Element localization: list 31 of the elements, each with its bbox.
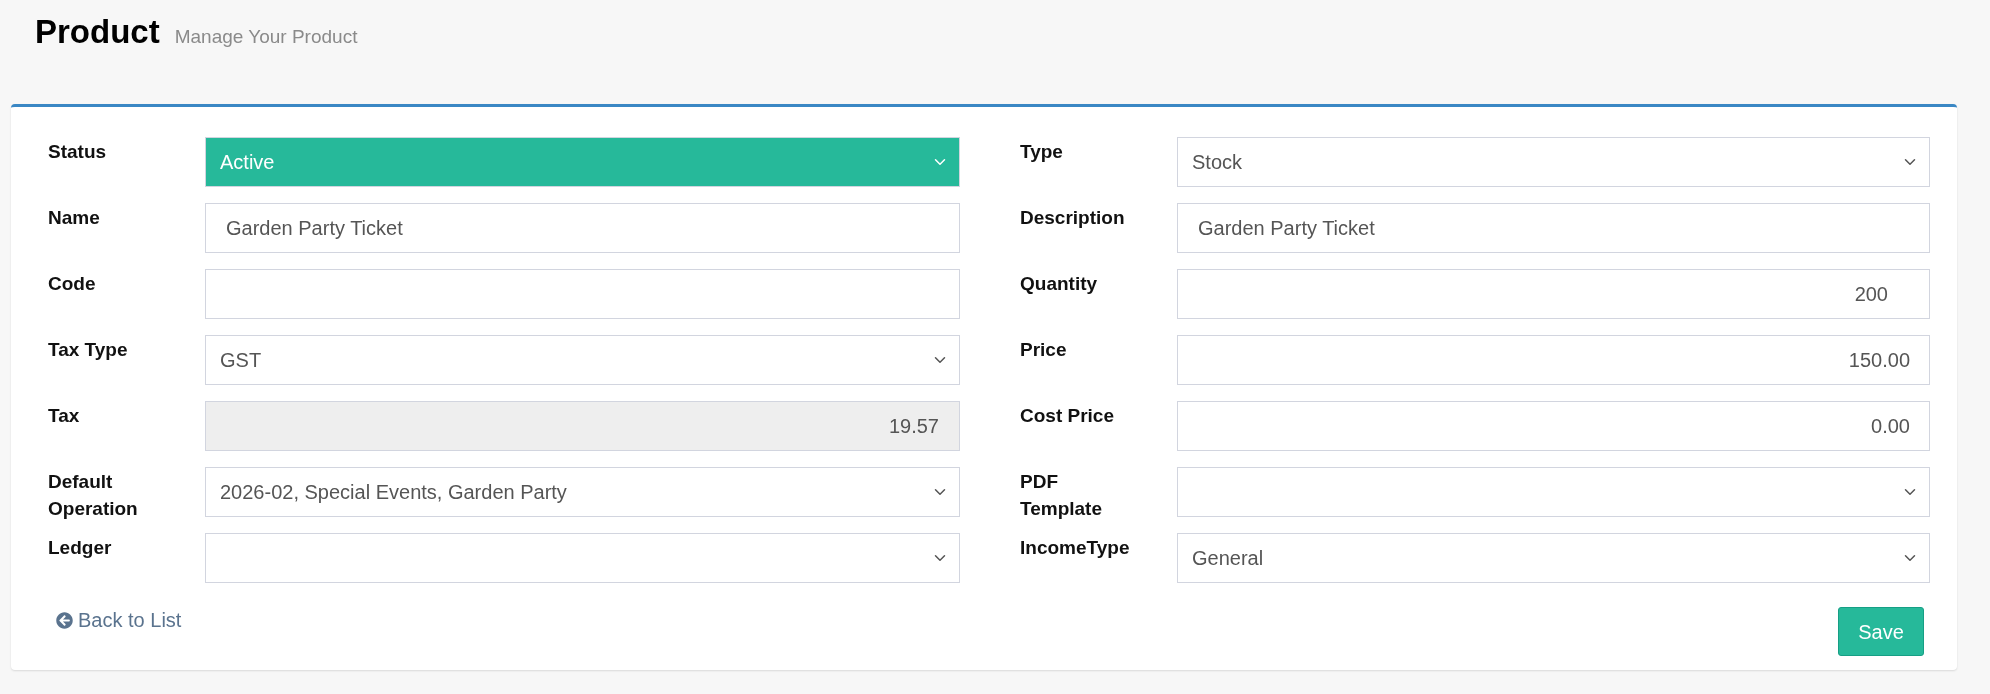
dropdown-field[interactable]: 2026-02, Special Events, Garden Party: [205, 467, 960, 517]
number-field[interactable]: 200: [1177, 269, 1930, 319]
field-label: Default Operation: [48, 470, 139, 517]
dropdown-field[interactable]: General: [1177, 533, 1930, 583]
field-label: Description: [1020, 206, 1126, 230]
page-title: Product: [35, 12, 160, 52]
field-label: Tax: [48, 404, 81, 428]
field-label: PDF Template: [1020, 470, 1103, 517]
field-label: Cost Price: [1020, 404, 1115, 428]
page-subtitle: Manage Your Product: [174, 25, 358, 49]
text-field[interactable]: [205, 269, 960, 319]
field-label: Quantity: [1020, 272, 1099, 296]
field-label: Type: [1020, 140, 1064, 164]
field-label: Price: [1020, 338, 1068, 362]
number-field[interactable]: 0.00: [1177, 401, 1930, 451]
text-field[interactable]: Garden Party Ticket: [1177, 203, 1930, 253]
field-label: Code: [48, 272, 97, 296]
readonly-field: 19.57: [205, 401, 960, 451]
field-label: IncomeType: [1020, 536, 1131, 560]
field-label: Tax Type: [48, 338, 129, 362]
dropdown-field[interactable]: [205, 533, 960, 583]
field-label: Status: [48, 140, 108, 164]
back-arrow-icon: [56, 611, 73, 629]
back-link[interactable]: Back to List: [56, 608, 182, 632]
dropdown-field[interactable]: GST: [205, 335, 960, 385]
field-label: Ledger: [48, 536, 113, 560]
dropdown-field[interactable]: Stock: [1177, 137, 1930, 187]
dropdown-field[interactable]: [1177, 467, 1930, 517]
number-field[interactable]: 150.00: [1177, 335, 1930, 385]
field-label: Name: [48, 206, 101, 230]
text-field[interactable]: Garden Party Ticket: [205, 203, 960, 253]
